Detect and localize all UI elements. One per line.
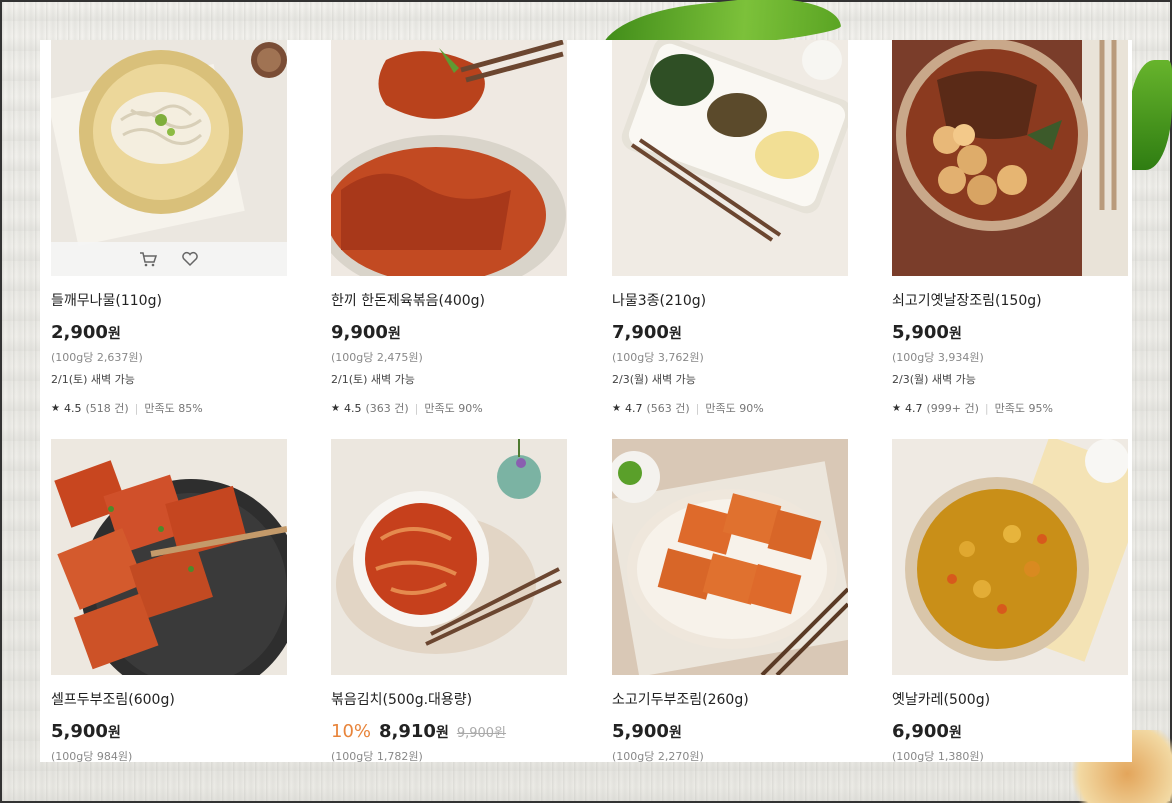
product-name[interactable]: 옛날카레(500g) <box>892 689 990 709</box>
delivery-info: 2/3(월) 새벽 가능 <box>612 373 696 386</box>
unit-price: (100g당 1,782원) <box>331 750 423 762</box>
product-name[interactable]: 소고기두부조림(260g) <box>612 689 749 709</box>
rating-score: 4.5 <box>63 401 82 415</box>
product-price: 5,900원 <box>612 721 682 742</box>
unit-price: (100g당 3,934원) <box>892 351 984 364</box>
curry-image <box>892 439 1128 675</box>
price-row: 7,900원 <box>612 322 682 343</box>
rating-row: ★ 4.7 (563 건) | 만족도 90% <box>612 400 764 416</box>
product-image[interactable] <box>51 40 287 276</box>
radish-namul-image <box>51 40 287 276</box>
satisfaction: 만족도 85% <box>144 402 203 415</box>
divider: | <box>695 401 700 415</box>
price-row: 5,900원 <box>612 721 682 742</box>
product-card[interactable]: 들깨무나물(110g) 2,900원 (100g당 2,637원) 2/1(토)… <box>51 40 287 415</box>
rating-score: 4.7 <box>904 401 923 415</box>
product-image[interactable] <box>331 40 567 276</box>
price-row: 9,900원 <box>331 322 401 343</box>
star-icon: ★ <box>331 402 340 414</box>
product-name[interactable]: 볶음김치(500g.대용량) <box>331 689 472 709</box>
product-name[interactable]: 나물3종(210g) <box>612 290 706 310</box>
beef-jangjorim-image <box>892 40 1128 276</box>
rating-row: ★ 4.5 (363 건) | 만족도 90% <box>331 400 483 416</box>
unit-price: (100g당 2,475원) <box>331 351 423 364</box>
beef-tofu-image <box>612 439 848 675</box>
product-card[interactable]: 셀프두부조림(600g) 5,900원 (100g당 984원) <box>51 439 287 762</box>
product-image[interactable] <box>612 40 848 276</box>
product-card[interactable]: 옛날카레(500g) 6,900원 (100g당 1,380원) <box>892 439 1128 762</box>
product-price: 8,910원 <box>379 721 449 742</box>
spicy-pork-image <box>331 40 567 276</box>
cart-icon[interactable] <box>138 249 158 269</box>
product-card[interactable]: 쇠고기옛날장조림(150g) 5,900원 (100g당 3,934원) 2/3… <box>892 40 1128 415</box>
satisfaction: 만족도 90% <box>705 402 764 415</box>
product-name[interactable]: 한끼 한돈제육볶음(400g) <box>331 290 485 310</box>
product-price: 9,900원 <box>331 322 401 343</box>
review-count: (563 건) <box>646 402 690 415</box>
product-price: 7,900원 <box>612 322 682 343</box>
tofu-braised-image <box>51 439 287 675</box>
product-name[interactable]: 쇠고기옛날장조림(150g) <box>892 290 1042 310</box>
product-image[interactable] <box>892 439 1128 675</box>
product-image[interactable] <box>612 439 848 675</box>
product-grid: 들깨무나물(110g) 2,900원 (100g당 2,637원) 2/1(토)… <box>40 40 1132 762</box>
star-icon: ★ <box>612 402 621 414</box>
rating-row: ★ 4.5 (518 건) | 만족도 85% <box>51 400 203 416</box>
namul-set-image <box>612 40 848 276</box>
product-name[interactable]: 들깨무나물(110g) <box>51 290 162 310</box>
product-price: 5,900원 <box>892 322 962 343</box>
review-count: (363 건) <box>365 402 409 415</box>
product-card[interactable]: 소고기두부조림(260g) 5,900원 (100g당 2,270원) <box>612 439 848 762</box>
product-card[interactable]: 한끼 한돈제육볶음(400g) 9,900원 (100g당 2,475원) 2/… <box>331 40 567 415</box>
price-row: 5,900원 <box>51 721 121 742</box>
thumb-actions <box>51 242 287 276</box>
rating-score: 4.5 <box>343 401 362 415</box>
product-name[interactable]: 셀프두부조림(600g) <box>51 689 175 709</box>
star-icon: ★ <box>892 402 901 414</box>
satisfaction: 만족도 90% <box>424 402 483 415</box>
divider: | <box>984 401 989 415</box>
unit-price: (100g당 984원) <box>51 750 133 762</box>
delivery-info: 2/3(월) 새벽 가능 <box>892 373 976 386</box>
rating-score: 4.7 <box>624 401 643 415</box>
unit-price: (100g당 2,637원) <box>51 351 143 364</box>
heart-icon[interactable] <box>180 249 200 269</box>
product-price: 5,900원 <box>51 721 121 742</box>
product-price: 2,900원 <box>51 322 121 343</box>
product-image[interactable] <box>331 439 567 675</box>
divider: | <box>134 401 139 415</box>
unit-price: (100g당 3,762원) <box>612 351 704 364</box>
original-price: 9,900원 <box>456 726 507 741</box>
product-card[interactable]: 나물3종(210g) 7,900원 (100g당 3,762원) 2/3(월) … <box>612 40 848 415</box>
price-row: 6,900원 <box>892 721 962 742</box>
review-count: (999+ 건) <box>926 402 979 415</box>
star-icon: ★ <box>51 402 60 414</box>
delivery-info: 2/1(토) 새벽 가능 <box>51 373 135 386</box>
price-row: 10% 8,910원 9,900원 <box>331 721 506 742</box>
price-row: 2,900원 <box>51 322 121 343</box>
unit-price: (100g당 2,270원) <box>612 750 704 762</box>
stir-fried-kimchi-image <box>331 439 567 675</box>
product-image[interactable] <box>892 40 1128 276</box>
product-price: 6,900원 <box>892 721 962 742</box>
discount-rate: 10% <box>331 721 372 742</box>
unit-price: (100g당 1,380원) <box>892 750 984 762</box>
divider: | <box>414 401 419 415</box>
product-card[interactable]: 볶음김치(500g.대용량) 10% 8,910원 9,900원 (100g당 … <box>331 439 567 762</box>
rating-row: ★ 4.7 (999+ 건) | 만족도 95% <box>892 400 1053 416</box>
delivery-info: 2/1(토) 새벽 가능 <box>331 373 415 386</box>
satisfaction: 만족도 95% <box>994 402 1053 415</box>
product-image[interactable] <box>51 439 287 675</box>
review-count: (518 건) <box>85 402 129 415</box>
price-row: 5,900원 <box>892 322 962 343</box>
